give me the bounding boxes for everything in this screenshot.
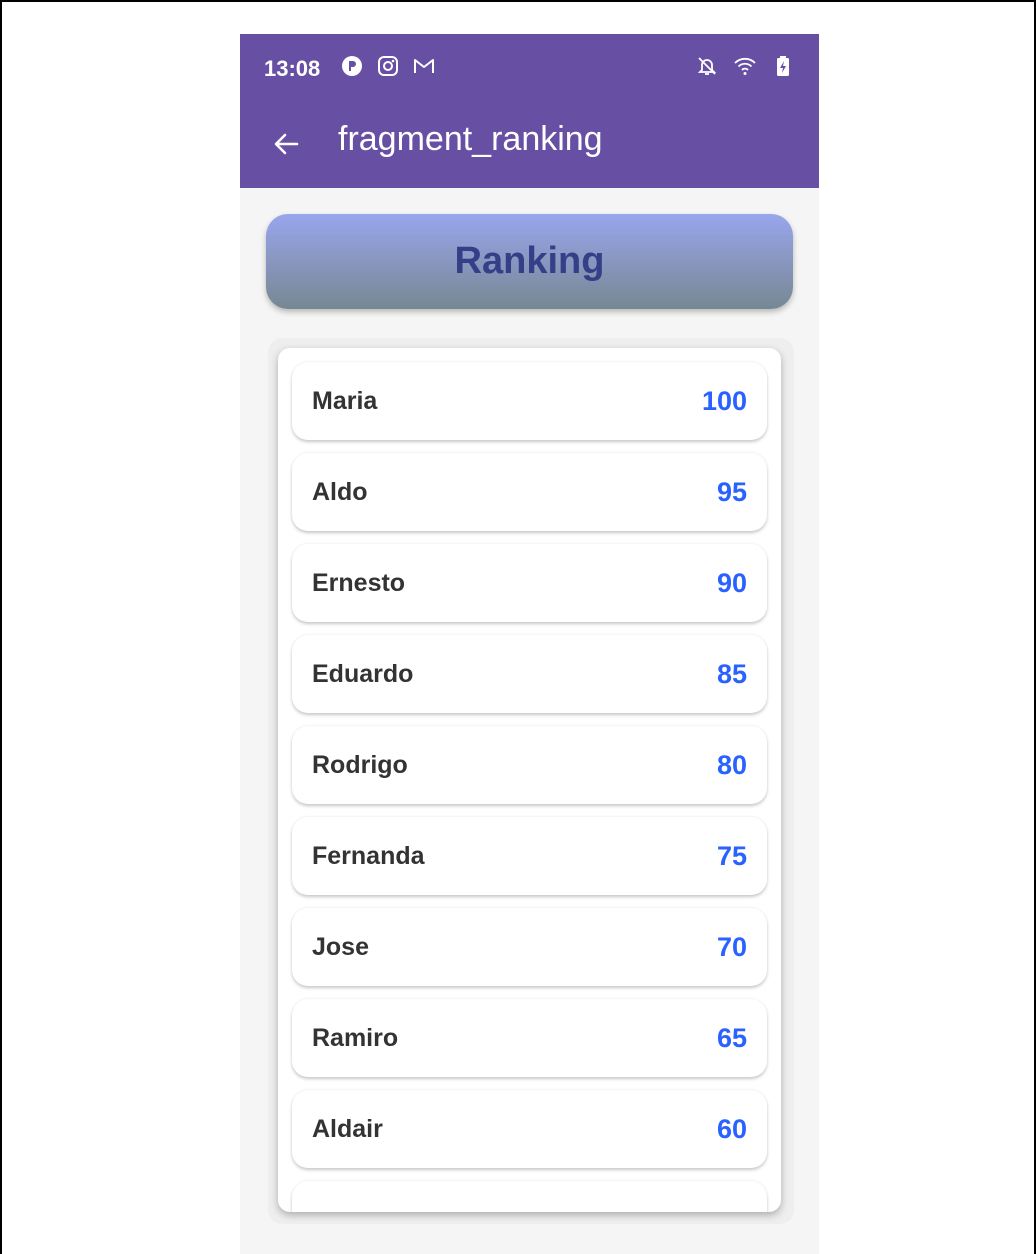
app-bar-title: fragment_ranking	[338, 120, 603, 158]
player-name: Rodrigo	[312, 750, 408, 779]
player-score: 60	[716, 1113, 747, 1144]
player-name: Aldair	[312, 1114, 383, 1143]
player-name: Maria	[312, 386, 378, 415]
status-notification-icons	[340, 54, 436, 78]
player-score: 75	[716, 840, 747, 871]
player-score: 85	[716, 658, 747, 689]
player-name: Aldo	[312, 477, 368, 506]
ranking-row[interactable]: Aldair 60	[292, 1090, 767, 1168]
wifi-icon	[733, 54, 757, 78]
ranking-row-partial[interactable]	[292, 1181, 767, 1212]
bell-muted-icon	[695, 54, 719, 78]
ranking-row[interactable]: Jose 70	[292, 908, 767, 986]
screenshot-frame: 13:08 fragment_ranking Ranking Maria 100…	[0, 0, 1036, 1254]
player-score: 80	[716, 749, 747, 780]
arrow-back-icon	[274, 133, 299, 155]
phone-screen: 13:08 fragment_ranking Ranking Maria 100…	[240, 34, 819, 1254]
player-name: Ernesto	[312, 568, 406, 597]
instagram-icon	[376, 54, 400, 78]
player-score: 70	[716, 931, 747, 962]
ranking-row[interactable]: Maria 100	[292, 362, 767, 440]
status-system-icons	[695, 54, 795, 78]
status-bar: 13:08	[240, 34, 819, 102]
ranking-row[interactable]: Aldo 95	[292, 453, 767, 531]
player-score: 90	[716, 567, 747, 598]
player-score: 95	[716, 476, 747, 507]
gmail-icon	[412, 54, 436, 78]
player-score: 100	[701, 385, 747, 416]
app-bar: fragment_ranking	[240, 102, 819, 188]
player-name: Jose	[312, 932, 369, 961]
battery-charging-icon	[771, 54, 795, 78]
player-score: 65	[716, 1022, 747, 1053]
ranking-row[interactable]: Ramiro 65	[292, 999, 767, 1077]
ranking-header-card: Ranking	[266, 214, 793, 309]
back-button[interactable]	[264, 122, 308, 166]
player-name: Eduardo	[312, 659, 414, 688]
ranking-list[interactable]: Maria 100 Aldo 95 Ernesto 90 Eduardo 85 …	[278, 348, 781, 1212]
player-name: Fernanda	[312, 841, 425, 870]
ranking-row[interactable]: Eduardo 85	[292, 635, 767, 713]
ranking-row[interactable]: Ernesto 90	[292, 544, 767, 622]
app-notification-icon	[340, 54, 364, 78]
ranking-header-title: Ranking	[454, 240, 605, 282]
player-name: Ramiro	[312, 1023, 399, 1052]
ranking-row[interactable]: Rodrigo 80	[292, 726, 767, 804]
ranking-row[interactable]: Fernanda 75	[292, 817, 767, 895]
status-time: 13:08	[264, 56, 321, 81]
